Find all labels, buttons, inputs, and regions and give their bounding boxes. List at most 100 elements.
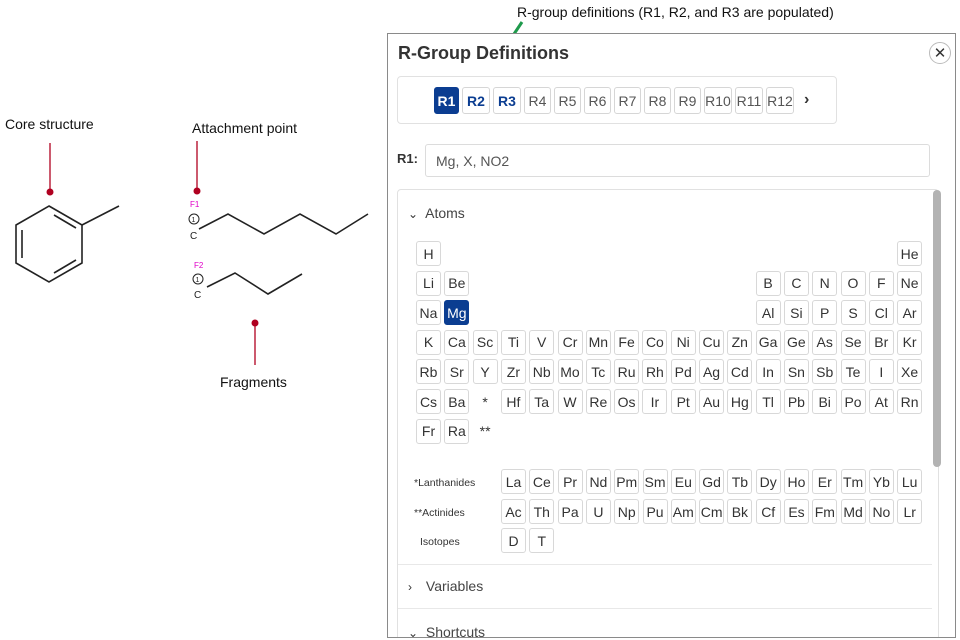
element-hg[interactable]: Hg — [727, 389, 753, 414]
element-d[interactable]: D — [501, 528, 526, 553]
element-th[interactable]: Th — [529, 499, 555, 524]
element-s[interactable]: S — [840, 300, 866, 326]
element-si[interactable]: Si — [783, 300, 809, 326]
rgroup-tab-r12[interactable]: R12 — [766, 87, 794, 114]
element-cl[interactable]: Cl — [868, 300, 894, 326]
chevron-right-icon[interactable]: › — [804, 91, 809, 109]
panel-scrollbar[interactable] — [930, 190, 943, 637]
atoms-section-header[interactable]: ⌄ Atoms — [408, 205, 465, 221]
element-nb[interactable]: Nb — [529, 359, 555, 385]
element-t[interactable]: T — [529, 528, 555, 553]
element-ar[interactable]: Ar — [897, 300, 923, 326]
element-ge[interactable]: Ge — [783, 329, 809, 355]
element-cs[interactable]: Cs — [416, 389, 441, 414]
element-fr[interactable]: Fr — [416, 418, 441, 444]
element-pm[interactable]: Pm — [614, 469, 640, 494]
element-md[interactable]: Md — [840, 499, 866, 524]
rgroup-tab-r10[interactable]: R10 — [704, 87, 732, 114]
element-la[interactable]: La — [501, 469, 526, 494]
element-zn[interactable]: Zn — [727, 329, 753, 355]
element-kr[interactable]: Kr — [897, 329, 923, 355]
variables-section-header[interactable]: › Variables — [408, 578, 483, 594]
rgroup-tab-r3[interactable]: R3 — [493, 87, 521, 114]
element-sb[interactable]: Sb — [812, 359, 838, 385]
element-ir[interactable]: Ir — [642, 389, 668, 414]
element-pa[interactable]: Pa — [557, 499, 583, 524]
element-w[interactable]: W — [557, 389, 583, 414]
element-xe[interactable]: Xe — [897, 359, 923, 385]
element-mg[interactable]: Mg — [444, 300, 470, 326]
element-no[interactable]: No — [868, 499, 894, 524]
element-as[interactable]: As — [812, 329, 838, 355]
element-np[interactable]: Np — [614, 499, 640, 524]
element-er[interactable]: Er — [812, 469, 838, 494]
element-fe[interactable]: Fe — [614, 329, 640, 355]
element-cf[interactable]: Cf — [755, 499, 781, 524]
element-sr[interactable]: Sr — [444, 359, 470, 385]
element-mn[interactable]: Mn — [585, 329, 611, 355]
shortcuts-section-header[interactable]: ⌄ Shortcuts — [408, 624, 485, 637]
rgroup-tab-r11[interactable]: R11 — [735, 87, 763, 114]
element-k[interactable]: K — [416, 329, 441, 355]
element-cm[interactable]: Cm — [699, 499, 725, 524]
rgroup-tab-r9[interactable]: R9 — [674, 87, 701, 114]
element-se[interactable]: Se — [840, 329, 866, 355]
element-ni[interactable]: Ni — [670, 329, 696, 355]
element-bk[interactable]: Bk — [727, 499, 753, 524]
element-in[interactable]: In — [755, 359, 781, 385]
element-ra[interactable]: Ra — [444, 418, 470, 444]
element-ti[interactable]: Ti — [500, 329, 526, 355]
element-pr[interactable]: Pr — [557, 469, 583, 494]
element-he[interactable]: He — [897, 241, 923, 266]
element-fm[interactable]: Fm — [812, 499, 838, 524]
element-rb[interactable]: Rb — [416, 359, 441, 385]
element-y[interactable]: Y — [472, 359, 498, 385]
element-ho[interactable]: Ho — [784, 469, 809, 494]
element-f[interactable]: F — [868, 270, 894, 296]
element-cr[interactable]: Cr — [557, 329, 583, 355]
element-sn[interactable]: Sn — [783, 359, 809, 385]
element-co[interactable]: Co — [642, 329, 668, 355]
element-ac[interactable]: Ac — [501, 499, 526, 524]
element-pu[interactable]: Pu — [642, 499, 668, 524]
rgroup-tab-r7[interactable]: R7 — [614, 87, 641, 114]
rgroup-tab-r2[interactable]: R2 — [462, 87, 490, 114]
element-cd[interactable]: Cd — [727, 359, 753, 385]
element-am[interactable]: Am — [670, 499, 696, 524]
element-sc[interactable]: Sc — [472, 329, 498, 355]
element-re[interactable]: Re — [585, 389, 611, 414]
element-be[interactable]: Be — [444, 270, 470, 296]
element-v[interactable]: V — [529, 329, 555, 355]
element-li[interactable]: Li — [416, 270, 441, 296]
rgroup-tab-r8[interactable]: R8 — [644, 87, 671, 114]
element-yb[interactable]: Yb — [868, 469, 894, 494]
element-lr[interactable]: Lr — [897, 499, 923, 524]
element-pd[interactable]: Pd — [670, 359, 696, 385]
element-rh[interactable]: Rh — [642, 359, 668, 385]
element-ag[interactable]: Ag — [699, 359, 724, 385]
scrollbar-thumb[interactable] — [933, 190, 941, 467]
element-sm[interactable]: Sm — [642, 469, 668, 494]
element-na[interactable]: Na — [416, 300, 441, 326]
element-nd[interactable]: Nd — [585, 469, 611, 494]
rgroup-tab-r6[interactable]: R6 — [584, 87, 611, 114]
element-es[interactable]: Es — [784, 499, 809, 524]
element-at[interactable]: At — [868, 389, 894, 414]
element-b[interactable]: B — [755, 270, 781, 296]
element-os[interactable]: Os — [614, 389, 640, 414]
element-ba[interactable]: Ba — [444, 389, 470, 414]
r1-value-input[interactable] — [425, 144, 930, 177]
element-ca[interactable]: Ca — [444, 329, 470, 355]
element-lu[interactable]: Lu — [897, 469, 923, 494]
element-rn[interactable]: Rn — [897, 389, 923, 414]
element-hf[interactable]: Hf — [500, 389, 526, 414]
element-eu[interactable]: Eu — [670, 469, 696, 494]
element-dy[interactable]: Dy — [755, 469, 781, 494]
element-te[interactable]: Te — [840, 359, 866, 385]
element-tc[interactable]: Tc — [585, 359, 611, 385]
element-pt[interactable]: Pt — [670, 389, 696, 414]
element-cu[interactable]: Cu — [699, 329, 724, 355]
close-button[interactable]: ✕ — [929, 42, 951, 64]
element-bi[interactable]: Bi — [812, 389, 838, 414]
element-o[interactable]: O — [840, 270, 866, 296]
